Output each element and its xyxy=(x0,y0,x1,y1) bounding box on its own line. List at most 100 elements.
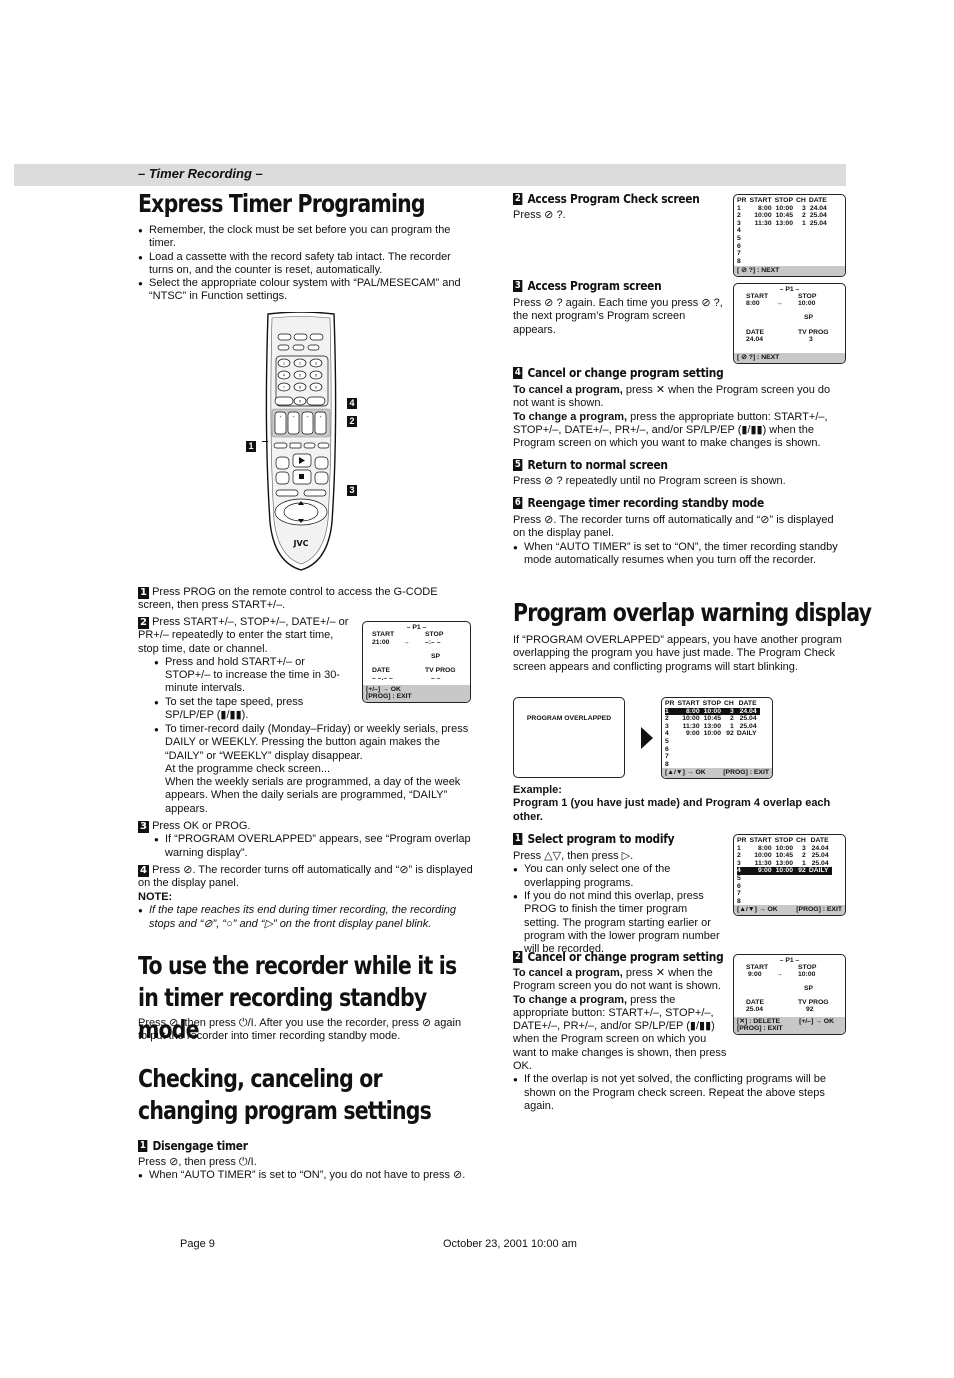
program-check-table: PR START STOP CH DATE 1 8:00 10:00 3 24.04 2 10:00 1… xyxy=(737,197,830,265)
step-number: 4 xyxy=(138,865,149,877)
step-number: 5 xyxy=(513,458,523,471)
note-label: NOTE: xyxy=(138,891,173,903)
right-step-3-heading: 3 Access Program screen xyxy=(513,278,662,293)
table-cell: 8:00 xyxy=(677,707,703,716)
table-cell xyxy=(749,875,774,883)
table-cell: 6 xyxy=(665,745,669,753)
table-cell: 1 xyxy=(730,722,734,730)
table-cell: 10:45 xyxy=(775,852,793,860)
table-header: PR START STOP CH DATE xyxy=(737,197,830,205)
checking-title: Checking, canceling or changing program … xyxy=(138,1064,432,1125)
table-cell xyxy=(809,243,830,251)
table-cell: 5 xyxy=(737,234,741,242)
table-cell: 92 xyxy=(726,730,734,738)
step-number: 3 xyxy=(513,279,523,292)
table-row: 7 xyxy=(737,890,832,898)
table-cell: 1 xyxy=(665,707,678,716)
step-number: 2 xyxy=(138,617,149,629)
table-cell xyxy=(775,227,796,235)
table-cell: 2 xyxy=(737,212,741,220)
column-header: PR xyxy=(737,197,747,204)
table-row: 7 xyxy=(665,753,760,761)
screen-footer: [ ⊘ ?] : NEXT xyxy=(734,353,845,363)
step-number: 6 xyxy=(513,496,523,509)
cancel-label: To cancel a program, xyxy=(513,967,623,979)
remote-control-illustration: 123 456 789 0 + + + + JVC xyxy=(265,312,337,571)
table-cell: 2 xyxy=(802,212,806,220)
step-title: Access Program Check screen xyxy=(527,191,700,206)
table-cell xyxy=(809,227,830,235)
footer-delete: [✕] : DELETE xyxy=(737,1017,781,1025)
table-row: 6 xyxy=(737,243,830,251)
column-header: START xyxy=(677,700,700,707)
disengage-body: Press ⊘, then press ⏻/I. When “AUTO TIME… xyxy=(138,1156,473,1183)
table-cell: 25.04 xyxy=(739,715,757,723)
step-bullet: When “AUTO TIMER” is set to “ON”, you do… xyxy=(138,1169,473,1183)
table-cell: 7 xyxy=(665,753,669,761)
table-row: 2 10:00 10:45 2 25.04 xyxy=(737,212,830,220)
remote-brand: JVC xyxy=(292,539,308,548)
left-step-3: 3 Press OK or PROG. If “PROGRAM OVERLAPP… xyxy=(138,820,473,860)
table-row: 6 xyxy=(665,746,760,754)
table-cell: 13:00 xyxy=(775,219,793,227)
table-cell: 9:00 xyxy=(749,867,775,875)
table-cell xyxy=(703,761,724,769)
footer-ok: [+/–] → OK xyxy=(799,1017,834,1025)
marker-4: 4 xyxy=(347,398,357,409)
right-step-2-heading: 2 Access Program Check screen xyxy=(513,191,700,206)
footer-exit: [PROG] : EXIT xyxy=(737,1025,783,1033)
table-header: PR START STOP CH DATE xyxy=(665,700,760,708)
step-bullet: When “AUTO TIMER” is set to “ON”, the ti… xyxy=(513,541,848,568)
step-number: 1 xyxy=(138,587,149,599)
table-row: 1 8:00 10:00 3 24.04 xyxy=(665,707,760,716)
table-cell: 11:30 xyxy=(682,722,700,730)
footer-left: [▲/▼] → OK xyxy=(737,906,778,914)
step-bullet: If the overlap is not yet solved, the co… xyxy=(513,1073,848,1113)
column-header: STOP xyxy=(702,700,721,707)
overlap-warning-text: PROGRAM OVERLAPPED xyxy=(526,715,612,722)
start-value: 8:00 xyxy=(746,300,760,307)
table-cell xyxy=(737,761,760,769)
marker-3: 3 xyxy=(347,485,357,496)
tvprog-value: 3 xyxy=(809,336,813,343)
table-cell xyxy=(677,746,702,754)
cancel-label: To cancel a program, xyxy=(513,384,623,396)
step-title: Select program to modify xyxy=(527,831,675,846)
table-cell: 24.04 xyxy=(736,707,760,716)
column-header: CH xyxy=(796,837,806,844)
start-value: 21:00 xyxy=(372,639,390,646)
tvprog-value: 92 xyxy=(806,1006,814,1013)
disengage-heading: 1 Disengage timer xyxy=(138,1138,248,1153)
table-row: 5 xyxy=(737,235,830,243)
table-cell xyxy=(775,883,796,891)
table-cell: 7 xyxy=(737,250,741,258)
intro-bullet: Select the appropriate colour system wit… xyxy=(138,277,473,304)
step-number: 4 xyxy=(513,366,523,379)
table-cell xyxy=(796,883,809,891)
table-cell: DAILY xyxy=(736,730,757,738)
table-cell xyxy=(677,753,702,761)
program-check-screen: PR START STOP CH DATE 1 8:00 10:00 3 24.04 2 10:00 1… xyxy=(733,194,846,277)
table-cell: 10:00 xyxy=(703,730,721,738)
table-row: 3 11:30 13:00 1 25.04 xyxy=(737,860,832,868)
table-cell: 11:30 xyxy=(754,859,772,867)
step-number: 1 xyxy=(138,1139,148,1152)
table-cell: 24.04 xyxy=(811,844,829,852)
right-step-6-heading: 6 Reengage timer recording standby mode xyxy=(513,495,764,510)
date-label: DATE xyxy=(372,667,390,674)
screen-footer: [ ⊘ ?] : NEXT xyxy=(734,266,845,276)
table-cell: 10:00 xyxy=(754,212,772,220)
table-cell xyxy=(737,746,760,754)
table-row: 5 xyxy=(665,738,760,746)
table-cell: 25.04 xyxy=(739,722,757,730)
table-cell: 8:00 xyxy=(758,844,772,852)
table-cell xyxy=(724,753,737,761)
table-cell: 11:30 xyxy=(754,219,772,227)
left-step-2-more: To timer-record daily (Monday–Friday) or… xyxy=(154,723,474,816)
page-number: Page 9 xyxy=(180,1238,215,1250)
date-value: 25.04 xyxy=(746,1006,764,1013)
step-title: Access Program screen xyxy=(527,278,662,293)
table-cell: 10:00 xyxy=(775,844,793,852)
table-cell xyxy=(809,250,830,258)
table-cell xyxy=(775,890,796,898)
